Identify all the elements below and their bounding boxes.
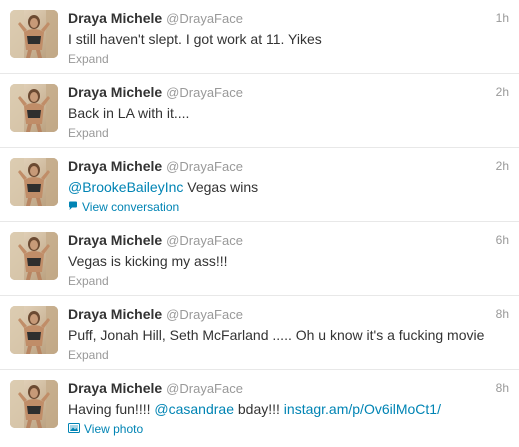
tweet-text-segment: I still haven't slept. I got work at 11.… <box>68 31 322 47</box>
speech-bubble-icon <box>68 199 78 215</box>
action-label: View photo <box>84 422 144 436</box>
author-name[interactable]: Draya Michele <box>68 232 162 248</box>
tweet-item[interactable]: Draya Michele @DrayaFace 2h @BrookeBaileyIn… <box>0 148 519 222</box>
view-photo-link[interactable]: View photo <box>68 421 143 437</box>
author-handle[interactable]: @DrayaFace <box>166 11 243 26</box>
avatar[interactable] <box>10 232 58 280</box>
expand-link[interactable]: Expand <box>68 125 109 141</box>
tweet-content: Draya Michele @DrayaFace 1h I still haven't… <box>68 9 509 68</box>
tweet-text-segment: Vegas wins <box>183 179 259 195</box>
tweet-timestamp[interactable]: 8h <box>496 379 509 397</box>
author-handle[interactable]: @DrayaFace <box>166 159 243 174</box>
tweet-text-segment: Puff, Jonah Hill, Seth McFarland ..... O… <box>68 327 485 343</box>
author-name[interactable]: Draya Michele <box>68 158 162 174</box>
tweet-timestamp[interactable]: 8h <box>496 305 509 323</box>
action-label: Expand <box>68 348 109 362</box>
tweet-timestamp[interactable]: 2h <box>496 157 509 175</box>
tweet-header: Draya Michele @DrayaFace 8h <box>68 379 509 397</box>
action-label: Expand <box>68 126 109 140</box>
tweet-item[interactable]: Draya Michele @DrayaFace 2h Back in LA with… <box>0 74 519 148</box>
tweet-item[interactable]: Draya Michele @DrayaFace 8h Puff, Jonah Hil… <box>0 296 519 370</box>
avatar[interactable] <box>10 380 58 428</box>
tweet-timeline: Draya Michele @DrayaFace 1h I still haven't… <box>0 0 519 447</box>
action-label: View conversation <box>82 200 180 214</box>
mention-link[interactable]: @casandrae <box>154 401 234 417</box>
author-name[interactable]: Draya Michele <box>68 306 162 322</box>
tweet-item[interactable]: Draya Michele @DrayaFace 1h I still haven't… <box>0 0 519 74</box>
tweet-content: Draya Michele @DrayaFace 2h @BrookeBaileyIn… <box>68 157 509 216</box>
tweet-timestamp[interactable]: 6h <box>496 231 509 249</box>
avatar[interactable] <box>10 84 58 132</box>
tweet-text-segment: Back in LA with it.... <box>68 105 190 121</box>
action-label: Expand <box>68 52 109 66</box>
action-label: Expand <box>68 274 109 288</box>
tweet-header: Draya Michele @DrayaFace 8h <box>68 305 509 323</box>
tweet-text: @BrookeBaileyInc Vegas wins <box>68 178 509 197</box>
mention-link[interactable]: @BrookeBaileyInc <box>68 179 183 195</box>
url-link[interactable]: instagr.am/p/Ov6ilMoCt1/ <box>284 401 441 417</box>
author-handle[interactable]: @DrayaFace <box>166 381 243 396</box>
expand-link[interactable]: Expand <box>68 347 109 363</box>
tweet-text: I still haven't slept. I got work at 11.… <box>68 30 509 49</box>
tweet-text-segment: bday!!! <box>233 401 284 417</box>
tweet-timestamp[interactable]: 1h <box>496 9 509 27</box>
tweet-header: Draya Michele @DrayaFace 1h <box>68 9 509 27</box>
tweet-text: Vegas is kicking my ass!!! <box>68 252 509 271</box>
avatar[interactable] <box>10 10 58 58</box>
author-handle[interactable]: @DrayaFace <box>166 233 243 248</box>
tweet-text: Back in LA with it.... <box>68 104 509 123</box>
expand-link[interactable]: Expand <box>68 51 109 67</box>
author-name[interactable]: Draya Michele <box>68 10 162 26</box>
tweet-text-segment: Having fun!!!! <box>68 401 155 417</box>
tweet-content: Draya Michele @DrayaFace 6h Vegas is kickin… <box>68 231 509 290</box>
tweet-text: Puff, Jonah Hill, Seth McFarland ..... O… <box>68 326 509 345</box>
tweet-content: Draya Michele @DrayaFace 8h Having fun!!!! … <box>68 379 509 438</box>
tweet-content: Draya Michele @DrayaFace 8h Puff, Jonah Hil… <box>68 305 509 364</box>
author-name[interactable]: Draya Michele <box>68 84 162 100</box>
avatar[interactable] <box>10 306 58 354</box>
author-name[interactable]: Draya Michele <box>68 380 162 396</box>
tweet-item[interactable]: Draya Michele @DrayaFace 6h Vegas is kickin… <box>0 222 519 296</box>
tweet-item[interactable]: Draya Michele @DrayaFace 8h Having fun!!!! … <box>0 370 519 447</box>
photo-icon <box>68 421 80 437</box>
tweet-header: Draya Michele @DrayaFace 2h <box>68 157 509 175</box>
expand-link[interactable]: Expand <box>68 273 109 289</box>
tweet-text: Having fun!!!! @casandrae bday!!! instag… <box>68 400 509 419</box>
tweet-header: Draya Michele @DrayaFace 2h <box>68 83 509 101</box>
tweet-header: Draya Michele @DrayaFace 6h <box>68 231 509 249</box>
tweet-text-segment: Vegas is kicking my ass!!! <box>68 253 228 269</box>
tweet-timestamp[interactable]: 2h <box>496 83 509 101</box>
avatar[interactable] <box>10 158 58 206</box>
tweet-content: Draya Michele @DrayaFace 2h Back in LA with… <box>68 83 509 142</box>
view-conversation-link[interactable]: View conversation <box>68 199 179 215</box>
author-handle[interactable]: @DrayaFace <box>166 307 243 322</box>
author-handle[interactable]: @DrayaFace <box>166 85 243 100</box>
